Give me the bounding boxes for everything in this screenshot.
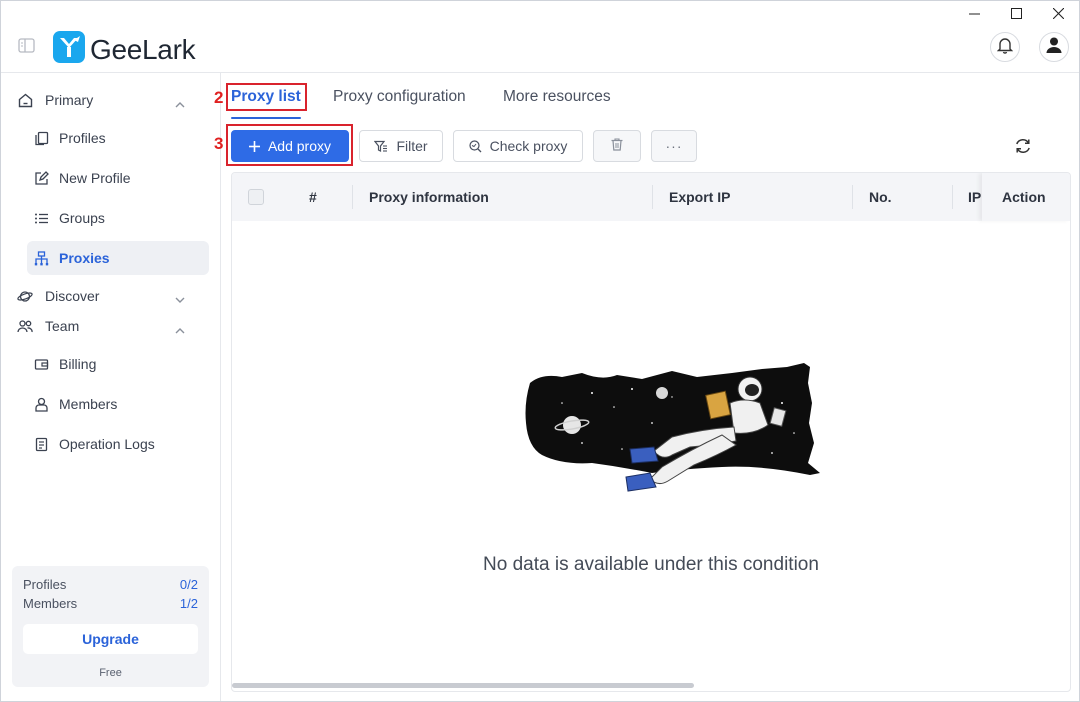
profiles-icon bbox=[33, 130, 49, 146]
sidebar-item-label: Groups bbox=[59, 210, 105, 226]
column-divider bbox=[852, 185, 853, 209]
sidebar-item-groups[interactable]: Groups bbox=[27, 201, 209, 235]
check-proxy-icon bbox=[468, 139, 482, 153]
wallet-icon bbox=[33, 356, 49, 372]
plus-icon bbox=[248, 140, 260, 152]
tab-bar: Proxy list Proxy configuration More reso… bbox=[221, 73, 1079, 121]
tab-more-resources[interactable]: More resources bbox=[503, 88, 611, 106]
active-tab-underline bbox=[231, 117, 301, 119]
check-proxy-label: Check proxy bbox=[489, 138, 568, 154]
refresh-icon[interactable] bbox=[1013, 136, 1033, 156]
column-divider bbox=[652, 185, 653, 209]
plan-label: Free bbox=[99, 667, 122, 679]
sidebar-group-team[interactable]: Team bbox=[17, 313, 197, 339]
sidebar-item-label: Profiles bbox=[59, 130, 106, 146]
annotation-marker-2: 2 bbox=[214, 88, 224, 107]
app-header: GeeLark bbox=[1, 1, 1079, 73]
notification-button[interactable] bbox=[990, 32, 1020, 62]
sidebar-toggle-icon[interactable] bbox=[18, 38, 36, 54]
sidebar-item-members[interactable]: Members bbox=[27, 387, 209, 421]
chevron-down-icon bbox=[175, 291, 185, 307]
sidebar-item-operation-logs[interactable]: Operation Logs bbox=[27, 427, 209, 461]
usage-profiles-value: 0/2 bbox=[179, 577, 198, 592]
column-header-export-ip: Export IP bbox=[669, 189, 731, 205]
sidebar-group-discover[interactable]: Discover bbox=[17, 283, 197, 309]
select-all-checkbox[interactable] bbox=[248, 189, 264, 205]
home-icon bbox=[17, 92, 33, 108]
annotation-marker-3: 3 bbox=[214, 134, 224, 153]
add-proxy-label: Add proxy bbox=[267, 138, 332, 154]
sidebar-item-profiles[interactable]: Profiles bbox=[27, 121, 209, 155]
empty-state-message: No data is available under this conditio… bbox=[483, 554, 819, 575]
usage-profiles-row: Profiles 0/2 bbox=[23, 577, 198, 592]
sidebar-group-label: Team bbox=[45, 318, 80, 334]
edit-icon bbox=[33, 170, 49, 186]
bell-icon bbox=[996, 36, 1014, 59]
check-proxy-button[interactable]: Check proxy bbox=[453, 130, 583, 162]
sidebar-item-label: Proxies bbox=[59, 250, 110, 266]
sidebar-item-proxies[interactable]: Proxies bbox=[27, 241, 209, 275]
column-header-ip: IP bbox=[968, 189, 982, 205]
chevron-up-icon bbox=[175, 95, 185, 111]
sidebar-item-label: Members bbox=[59, 396, 118, 412]
planet-icon bbox=[17, 288, 33, 304]
sidebar-item-label: Operation Logs bbox=[59, 436, 155, 452]
chevron-up-icon bbox=[175, 321, 185, 337]
column-divider bbox=[352, 185, 353, 209]
user-profile-button[interactable] bbox=[1039, 32, 1069, 62]
annotation-box-tab bbox=[226, 83, 307, 111]
filter-icon bbox=[374, 140, 388, 153]
horizontal-scrollbar[interactable] bbox=[232, 683, 694, 688]
usage-members-row: Members 1/2 bbox=[23, 596, 198, 611]
usage-card: Profiles 0/2 Members 1/2 Upgrade Free bbox=[12, 566, 209, 687]
usage-members-label: Members bbox=[23, 596, 78, 611]
sidebar-item-new-profile[interactable]: New Profile bbox=[27, 161, 209, 195]
column-header-action: Action bbox=[1002, 189, 1046, 205]
user-icon bbox=[1045, 36, 1063, 59]
upgrade-button[interactable]: Upgrade bbox=[23, 624, 198, 654]
add-proxy-button[interactable]: Add proxy bbox=[231, 130, 349, 162]
list-icon bbox=[33, 210, 49, 226]
column-header-proxy-information: Proxy information bbox=[369, 189, 489, 205]
member-icon bbox=[33, 396, 49, 412]
geelark-y-logo-icon bbox=[53, 31, 85, 68]
delete-button[interactable] bbox=[593, 130, 641, 162]
log-icon bbox=[33, 436, 49, 452]
empty-state-illustration bbox=[522, 363, 822, 514]
proxy-table: # Proxy information Export IP No. IP Act… bbox=[231, 172, 1071, 692]
more-actions-button[interactable]: ··· bbox=[651, 130, 697, 162]
team-icon bbox=[17, 318, 33, 334]
usage-members-value: 1/2 bbox=[179, 596, 198, 611]
network-icon bbox=[33, 250, 49, 266]
sidebar-item-label: New Profile bbox=[59, 170, 131, 186]
app-logo: GeeLark bbox=[53, 31, 196, 68]
filter-button[interactable]: Filter bbox=[359, 130, 443, 162]
usage-profiles-label: Profiles bbox=[23, 577, 67, 592]
column-divider bbox=[952, 185, 953, 209]
sidebar-item-label: Billing bbox=[59, 356, 97, 372]
filter-label: Filter bbox=[396, 138, 428, 154]
sidebar: Primary Profiles New Profile Groups Prox… bbox=[1, 73, 221, 701]
app-name: GeeLark bbox=[90, 33, 196, 65]
trash-icon bbox=[611, 138, 623, 154]
tab-proxy-configuration[interactable]: Proxy configuration bbox=[333, 88, 466, 106]
sidebar-group-label: Discover bbox=[45, 288, 100, 304]
table-header: # Proxy information Export IP No. IP Act… bbox=[232, 173, 1070, 221]
column-header-index: # bbox=[309, 189, 317, 205]
action-column-header: Action bbox=[982, 173, 1070, 221]
sidebar-item-billing[interactable]: Billing bbox=[27, 347, 209, 381]
app-window: GeeLark Primary Profiles New Profile Gro… bbox=[0, 0, 1080, 702]
sidebar-group-label: Primary bbox=[45, 92, 94, 108]
sidebar-group-primary[interactable]: Primary bbox=[17, 87, 197, 113]
column-header-no: No. bbox=[869, 189, 892, 205]
